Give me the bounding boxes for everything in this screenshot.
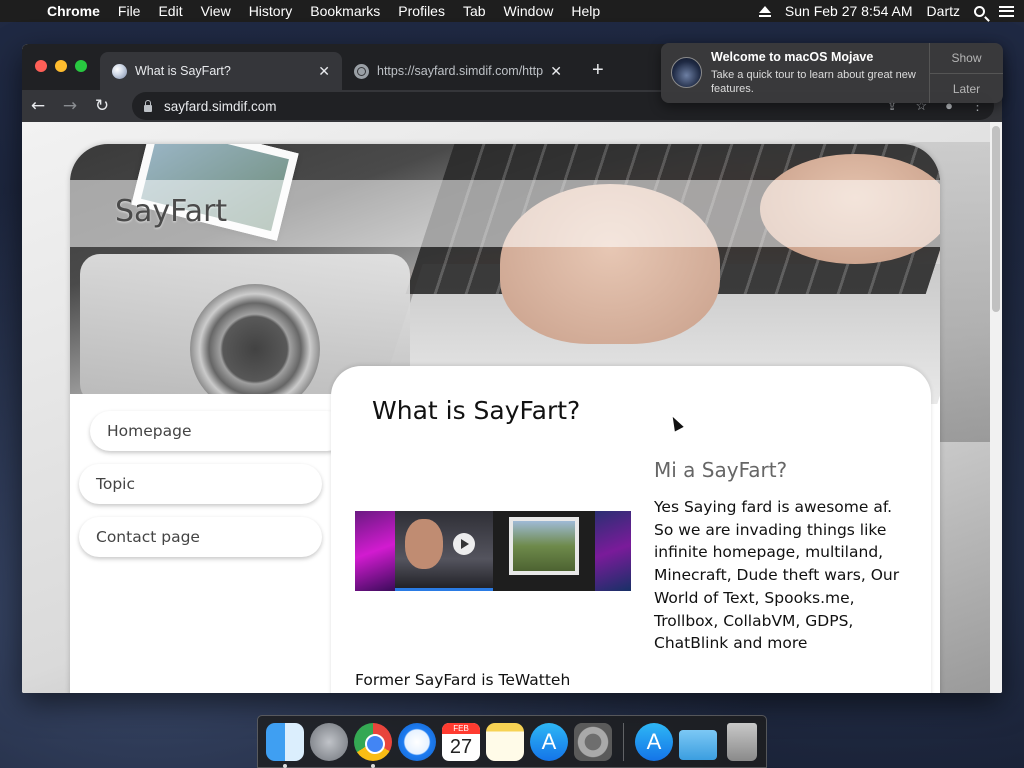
scrollbar-thumb[interactable]	[992, 126, 1000, 312]
play-icon[interactable]	[453, 533, 475, 555]
notification-later-button[interactable]: Later	[930, 73, 1003, 103]
site-container: SayFart Homepage Topic Contact page What…	[70, 144, 940, 693]
system-preferences-icon[interactable]	[574, 722, 612, 761]
menu-edit[interactable]: Edit	[149, 3, 191, 19]
calendar-day: 27	[449, 735, 473, 758]
calendar-icon[interactable]: FEB 27	[442, 722, 480, 761]
window-image-part	[509, 517, 579, 575]
globe-icon	[354, 63, 369, 79]
tab-what-is-sayfart[interactable]: What is SayFart? ✕	[100, 52, 342, 90]
launchpad-icon[interactable]	[310, 722, 348, 761]
eject-icon[interactable]	[758, 5, 771, 17]
running-indicator	[371, 763, 375, 768]
thumbnail-part	[493, 511, 595, 591]
calendar-month: FEB	[442, 722, 480, 734]
menubar-user[interactable]: Dartz	[927, 3, 960, 19]
nav-homepage[interactable]: Homepage	[90, 411, 347, 451]
notification-title: Welcome to macOS Mojave	[711, 50, 874, 64]
thumbnail-part	[355, 511, 395, 591]
notes-icon[interactable]	[486, 722, 524, 761]
close-window-button[interactable]	[35, 60, 47, 72]
nav-topic[interactable]: Topic	[79, 464, 322, 504]
hero-banner-image: SayFart	[70, 144, 940, 414]
close-tab-icon[interactable]: ✕	[318, 63, 330, 80]
site-title[interactable]: SayFart	[115, 194, 227, 229]
browser-window: What is SayFart? ✕ https://sayfard.simdi…	[22, 44, 1002, 693]
system-notification[interactable]: Welcome to macOS Mojave Take a quick tou…	[661, 43, 1003, 103]
minimize-window-button[interactable]	[55, 60, 67, 72]
menubar-clock[interactable]: Sun Feb 27 8:54 AM	[785, 3, 913, 19]
thumbnail-part	[395, 511, 493, 591]
address-text: sayfard.simdif.com	[164, 98, 277, 114]
notification-show-button[interactable]: Show	[930, 43, 1003, 73]
page-viewport: SayFart Homepage Topic Contact page What…	[22, 122, 990, 693]
notification-actions: Show Later	[929, 43, 1003, 103]
sub-heading: Mi a SayFart?	[654, 458, 788, 482]
menu-help[interactable]: Help	[562, 3, 609, 19]
menu-bookmarks[interactable]: Bookmarks	[301, 3, 389, 19]
reload-icon[interactable]: ↻	[86, 96, 118, 116]
downloads-folder-icon[interactable]	[679, 729, 717, 760]
forward-arrow-icon[interactable]: →	[54, 96, 86, 116]
progress-bar	[395, 588, 493, 591]
running-indicator	[283, 763, 287, 768]
page-scrollbar[interactable]	[990, 122, 1002, 693]
trash-icon[interactable]	[727, 722, 757, 761]
menu-bar: Chrome File Edit View History Bookmarks …	[0, 0, 1024, 22]
app-store-icon[interactable]: A	[635, 722, 673, 761]
menu-window[interactable]: Window	[495, 3, 563, 19]
safari-icon[interactable]	[398, 722, 436, 761]
person-image-part	[405, 519, 443, 569]
close-tab-icon[interactable]: ✕	[550, 63, 562, 80]
tab-sayfard-url[interactable]: https://sayfard.simdif.com/http ✕	[342, 52, 574, 90]
notification-body: Take a quick tour to learn about great n…	[711, 69, 916, 95]
body-paragraph: Yes Saying fard is awesome af. So we are…	[654, 498, 900, 653]
app-store-icon[interactable]: A	[530, 722, 568, 761]
menu-tab[interactable]: Tab	[454, 3, 495, 19]
back-arrow-icon[interactable]: ←	[22, 96, 54, 116]
menu-profiles[interactable]: Profiles	[389, 3, 454, 19]
dock: FEB 27 A A	[257, 715, 767, 768]
video-thumbnail-image[interactable]	[355, 511, 631, 591]
tab-title: https://sayfard.simdif.com/http	[377, 64, 544, 78]
window-controls	[35, 60, 87, 72]
zoom-window-button[interactable]	[75, 60, 87, 72]
thumbnail-part	[595, 511, 631, 591]
content-card: What is SayFart? Mi a SayFart? Yes Sayin…	[331, 366, 931, 693]
menu-app-name[interactable]: Chrome	[38, 3, 109, 19]
menu-view[interactable]: View	[192, 3, 240, 19]
chrome-icon[interactable]	[354, 722, 392, 768]
menu-file[interactable]: File	[109, 3, 150, 19]
macos-mojave-icon	[671, 57, 702, 88]
footer-paragraph: Former SayFard is TeWatteh	[355, 671, 571, 689]
menu-history[interactable]: History	[240, 3, 302, 19]
finder-icon[interactable]	[266, 722, 304, 768]
new-tab-button[interactable]: +	[592, 59, 604, 82]
nav-contact-page[interactable]: Contact page	[79, 517, 322, 557]
dock-separator	[623, 722, 624, 761]
lock-icon[interactable]	[144, 99, 152, 112]
spotlight-search-icon[interactable]	[974, 5, 985, 17]
tab-title: What is SayFart?	[135, 64, 231, 78]
site-favicon-icon	[112, 63, 127, 79]
notification-center-icon[interactable]	[999, 5, 1014, 17]
page-heading: What is SayFart?	[372, 396, 581, 425]
